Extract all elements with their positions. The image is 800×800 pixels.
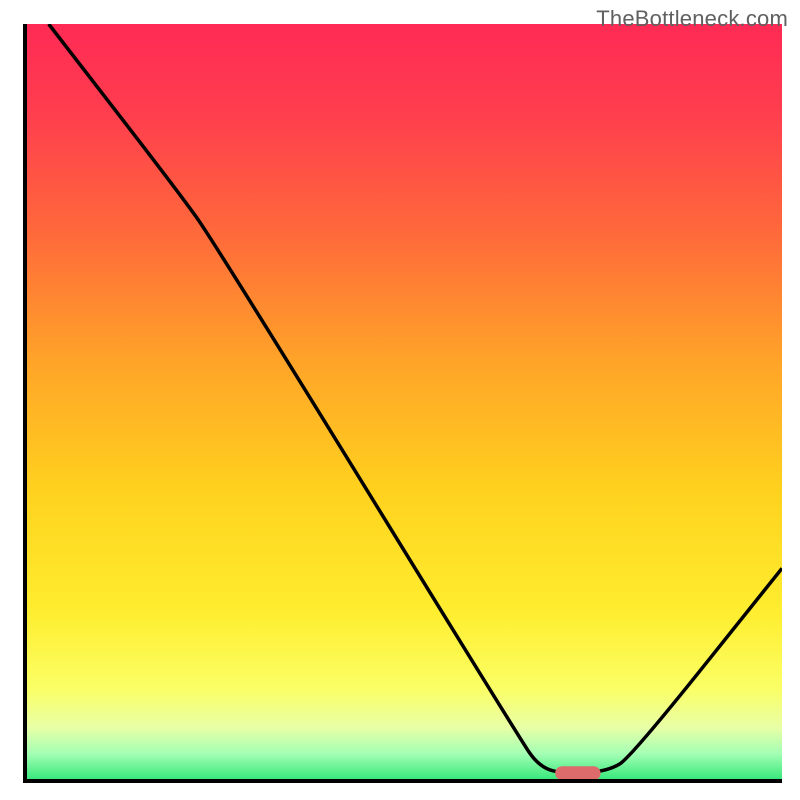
optimal-marker bbox=[555, 766, 600, 780]
gradient-background bbox=[26, 24, 782, 780]
chart-svg bbox=[22, 24, 782, 784]
bottleneck-chart: TheBottleneck.com bbox=[0, 0, 800, 800]
watermark-text: TheBottleneck.com bbox=[596, 6, 788, 32]
